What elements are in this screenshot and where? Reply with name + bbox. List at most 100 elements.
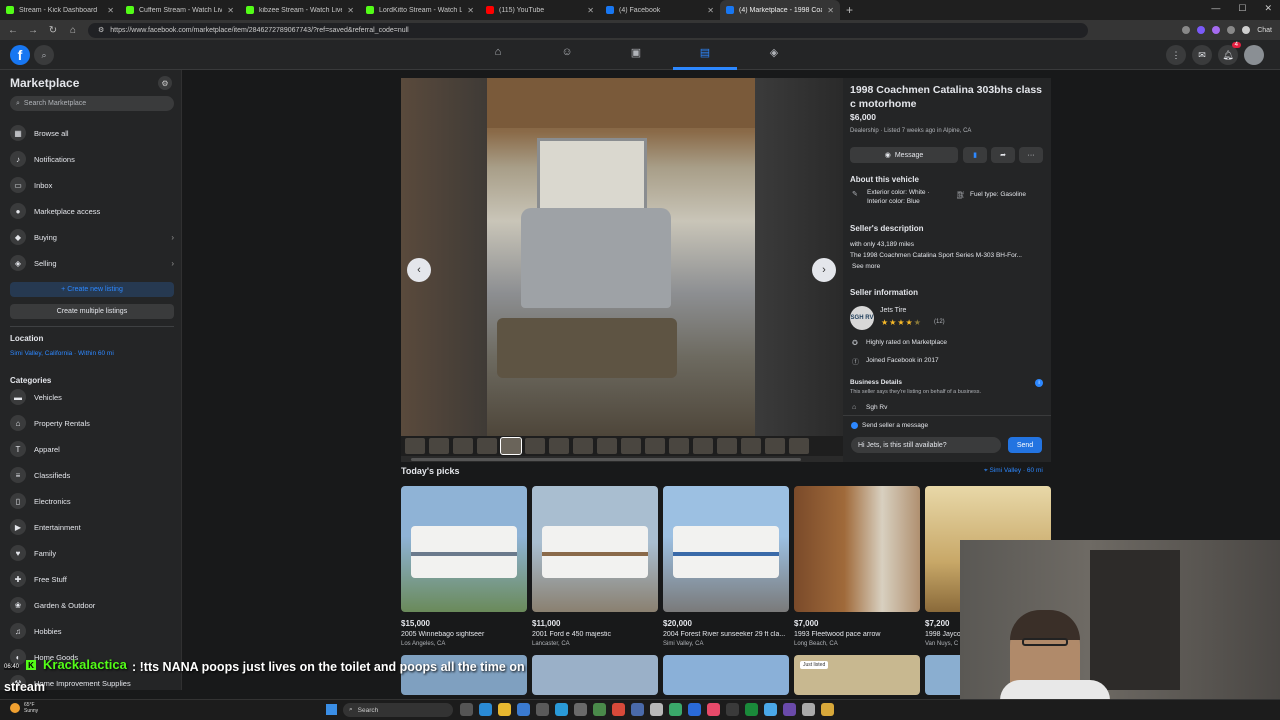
share-button[interactable]: ➦: [991, 147, 1015, 163]
thumbnail[interactable]: [741, 438, 761, 454]
listing-card[interactable]: $11,000 2001 Ford e 450 majestic Lancast…: [532, 486, 658, 647]
profile-avatar-icon[interactable]: [1242, 26, 1251, 34]
sidebar-item-buying[interactable]: ◆ Buying ›: [10, 228, 174, 246]
category-apparel[interactable]: T Apparel: [10, 440, 174, 458]
browser-tab[interactable]: LordKitto Stream - Watch Live on K✕: [360, 0, 480, 20]
thumbnail[interactable]: [669, 438, 689, 454]
thumbnail[interactable]: [477, 438, 497, 454]
app-icon[interactable]: [764, 703, 777, 716]
app-icon[interactable]: [726, 703, 739, 716]
url-field[interactable]: ⚙ https://www.facebook.com/marketplace/i…: [88, 22, 1088, 38]
category-family[interactable]: ♥ Family: [10, 544, 174, 562]
listing-card-partial[interactable]: [663, 655, 789, 695]
marketplace-icon[interactable]: ▤: [697, 46, 713, 62]
account-avatar[interactable]: [1244, 45, 1264, 65]
app-icon[interactable]: [707, 703, 720, 716]
thumbnail-selected[interactable]: [500, 437, 522, 455]
listing-card[interactable]: $7,000 1993 Fleetwood pace arrow Long Be…: [794, 486, 920, 647]
chrome-icon[interactable]: [612, 703, 625, 716]
thumbnail[interactable]: [645, 438, 665, 454]
message-button[interactable]: ◉ Message: [850, 147, 958, 163]
thumbnail[interactable]: [693, 438, 713, 454]
messenger-icon[interactable]: ✉: [1192, 45, 1212, 65]
settings-gear-icon[interactable]: ⚙: [158, 76, 172, 90]
app-icon[interactable]: [821, 703, 834, 716]
thumbnail[interactable]: [765, 438, 785, 454]
thumbnail[interactable]: [717, 438, 737, 454]
chat-button[interactable]: Chat: [1257, 27, 1272, 34]
category-classifieds[interactable]: ≡ Classifieds: [10, 466, 174, 484]
close-tab-icon[interactable]: ✕: [467, 6, 474, 15]
message-input[interactable]: Hi Jets, is this still available?: [851, 437, 1001, 453]
category-vehicles[interactable]: ▬ Vehicles: [10, 388, 174, 406]
sidebar-item-marketplace-access[interactable]: ● Marketplace access: [10, 202, 174, 220]
listing-photo[interactable]: [487, 78, 755, 436]
app-icon[interactable]: [669, 703, 682, 716]
app-icon[interactable]: [783, 703, 796, 716]
app-icon[interactable]: [802, 703, 815, 716]
save-bookmark-button[interactable]: ▮: [963, 147, 987, 163]
category-free-stuff[interactable]: ✚ Free Stuff: [10, 570, 174, 588]
thumbnail[interactable]: [429, 438, 449, 454]
extension-icon[interactable]: [1227, 26, 1236, 34]
thumbnail[interactable]: [525, 438, 545, 454]
app-icon[interactable]: [536, 703, 549, 716]
browser-tab[interactable]: (4) Facebook ✕: [600, 0, 720, 20]
weather-widget[interactable]: 65°F Sunny: [10, 702, 38, 714]
category-garden-outdoor[interactable]: ❀ Garden & Outdoor: [10, 596, 174, 614]
store-icon[interactable]: [517, 703, 530, 716]
thumbnail[interactable]: [573, 438, 593, 454]
friends-icon[interactable]: ☺: [559, 46, 575, 62]
home-browser-icon[interactable]: ⌂: [68, 25, 78, 36]
browser-tab-active[interactable]: (4) Marketplace - 1998 Coachmen✕: [720, 0, 840, 20]
close-tab-icon[interactable]: ✕: [827, 6, 834, 15]
close-window-icon[interactable]: ✕: [1264, 3, 1272, 14]
search-icon[interactable]: ⌕: [34, 45, 54, 65]
new-tab-button[interactable]: +: [846, 3, 853, 17]
next-photo-button[interactable]: ›: [812, 258, 836, 282]
extension-icon[interactable]: [1182, 26, 1191, 34]
listing-card-partial[interactable]: [532, 655, 658, 695]
close-tab-icon[interactable]: ✕: [227, 6, 234, 15]
reload-icon[interactable]: ↻: [48, 25, 58, 36]
create-new-listing-button[interactable]: + Create new listing: [10, 282, 174, 297]
maximize-icon[interactable]: ☐: [1238, 3, 1246, 14]
listing-card[interactable]: $20,000 2004 Forest River sunseeker 29 f…: [663, 486, 789, 647]
facebook-logo-icon[interactable]: f: [10, 45, 30, 65]
app-icon[interactable]: [555, 703, 568, 716]
file-explorer-icon[interactable]: [498, 703, 511, 716]
seller-name[interactable]: Jets Tire: [880, 306, 906, 315]
thumbnail-scrollbar[interactable]: [411, 458, 801, 461]
info-icon[interactable]: i: [1035, 379, 1043, 387]
thumbnail[interactable]: [621, 438, 641, 454]
windows-start-icon[interactable]: [326, 704, 337, 715]
sidebar-item-inbox[interactable]: ▭ Inbox: [10, 176, 174, 194]
close-tab-icon[interactable]: ✕: [107, 6, 114, 15]
location-link[interactable]: Simi Valley, California · Within 60 mi: [10, 350, 114, 357]
see-more-link[interactable]: See more: [852, 263, 880, 270]
browser-tab[interactable]: (115) YouTube ✕: [480, 0, 600, 20]
more-options-button[interactable]: ···: [1019, 147, 1043, 163]
app-icon[interactable]: [631, 703, 644, 716]
create-multiple-listings-button[interactable]: Create multiple listings: [10, 304, 174, 319]
marketplace-search-input[interactable]: ⌕ Search Marketplace: [10, 96, 174, 111]
category-entertainment[interactable]: ▶ Entertainment: [10, 518, 174, 536]
menu-grid-icon[interactable]: ⋮: [1166, 45, 1186, 65]
app-icon[interactable]: [593, 703, 606, 716]
taskbar-search-input[interactable]: ⌕ Search: [343, 703, 453, 717]
thumbnail[interactable]: [453, 438, 473, 454]
task-view-icon[interactable]: [460, 703, 473, 716]
sidebar-item-browse-all[interactable]: ▦ Browse all: [10, 124, 174, 142]
app-icon[interactable]: [650, 703, 663, 716]
thumbnail[interactable]: [789, 438, 809, 454]
edge-icon[interactable]: [479, 703, 492, 716]
forward-icon[interactable]: →: [28, 25, 38, 36]
back-icon[interactable]: ←: [8, 25, 18, 36]
video-icon[interactable]: ▣: [628, 46, 644, 62]
category-property-rentals[interactable]: ⌂ Property Rentals: [10, 414, 174, 432]
sidebar-item-selling[interactable]: ◈ Selling ›: [10, 254, 174, 272]
browser-tab[interactable]: Cuffem Stream - Watch Live on Ki✕: [120, 0, 240, 20]
thumbnail[interactable]: [549, 438, 569, 454]
listing-card[interactable]: $15,000 2005 Winnebago sightseer Los Ang…: [401, 486, 527, 647]
minimize-icon[interactable]: —: [1211, 3, 1220, 14]
